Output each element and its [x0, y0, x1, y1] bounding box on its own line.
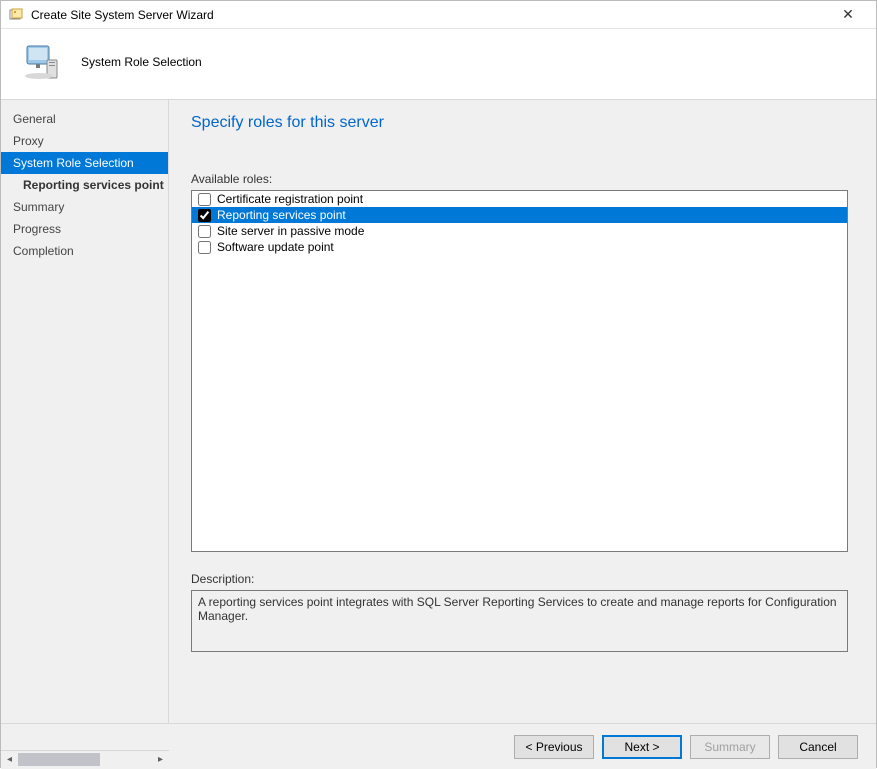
server-icon [17, 38, 65, 86]
role-checkbox[interactable] [198, 193, 211, 206]
role-item[interactable]: Certificate registration point [192, 191, 847, 207]
role-checkbox[interactable] [198, 225, 211, 238]
nav-item-summary[interactable]: Summary [1, 196, 168, 218]
role-label: Certificate registration point [217, 192, 363, 206]
nav-item-completion[interactable]: Completion [1, 240, 168, 262]
role-label: Reporting services point [217, 208, 346, 222]
nav-item-progress[interactable]: Progress [1, 218, 168, 240]
wizard-app-icon [9, 7, 25, 23]
role-checkbox[interactable] [198, 241, 211, 254]
nav-item-proxy[interactable]: Proxy [1, 130, 168, 152]
sidebar: GeneralProxySystem Role SelectionReporti… [1, 100, 169, 723]
scroll-right-arrow-icon[interactable]: ▸ [152, 751, 169, 768]
roles-listbox[interactable]: Certificate registration point Reporting … [191, 190, 848, 552]
description-label: Description: [191, 572, 848, 586]
role-checkbox[interactable] [198, 209, 211, 222]
summary-button[interactable]: Summary [690, 735, 770, 759]
role-item[interactable]: Site server in passive mode [192, 223, 847, 239]
scroll-left-arrow-icon[interactable]: ◂ [1, 751, 18, 768]
role-item[interactable]: Reporting services point [192, 207, 847, 223]
role-label: Software update point [217, 240, 334, 254]
previous-button[interactable]: < Previous [514, 735, 594, 759]
scroll-thumb[interactable] [18, 753, 100, 766]
header-title: System Role Selection [81, 55, 202, 69]
description-text: A reporting services point integrates wi… [191, 590, 848, 652]
nav-item-general[interactable]: General [1, 108, 168, 130]
header: System Role Selection [1, 29, 876, 99]
role-item[interactable]: Software update point [192, 239, 847, 255]
window-title: Create Site System Server Wizard [31, 8, 828, 22]
page-heading: Specify roles for this server [191, 114, 848, 132]
role-label: Site server in passive mode [217, 224, 364, 238]
scroll-track[interactable] [18, 751, 152, 768]
next-button[interactable]: Next > [602, 735, 682, 759]
cancel-button[interactable]: Cancel [778, 735, 858, 759]
available-roles-label: Available roles: [191, 172, 848, 186]
sidebar-horizontal-scrollbar[interactable]: ◂ ▸ [1, 750, 169, 767]
content-pane: Specify roles for this server Available … [169, 100, 876, 723]
nav-item-reporting-services-point[interactable]: Reporting services point [1, 174, 168, 196]
nav-item-system-role-selection[interactable]: System Role Selection [1, 152, 168, 174]
close-button[interactable]: ✕ [828, 6, 868, 23]
titlebar: Create Site System Server Wizard ✕ [1, 1, 876, 29]
